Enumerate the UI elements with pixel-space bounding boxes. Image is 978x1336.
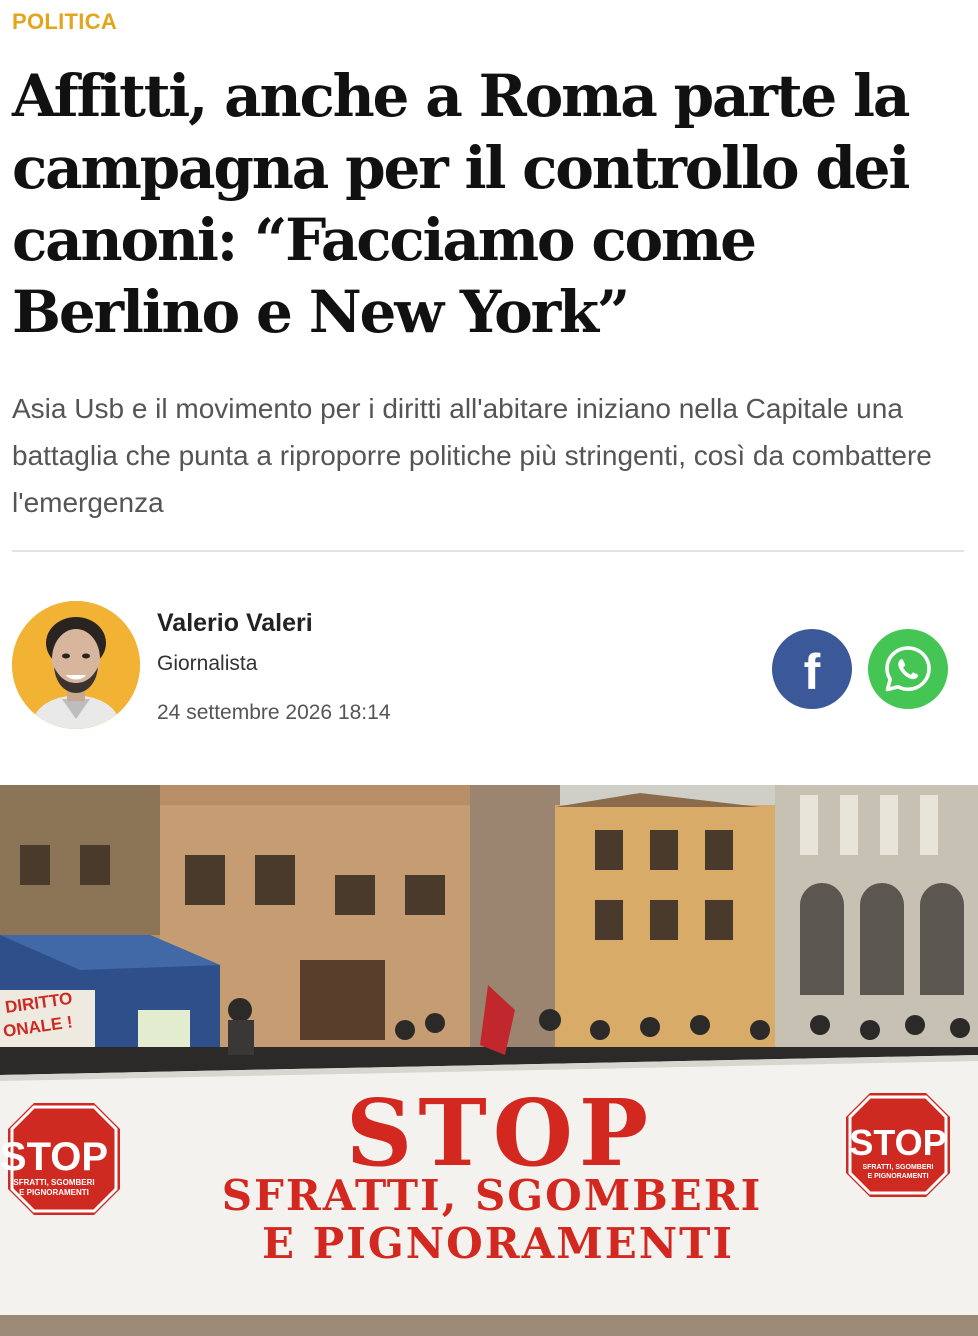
article-title: Affitti, anche a Roma parte la campagna … — [12, 62, 910, 346]
facebook-icon: f — [803, 644, 821, 700]
share-facebook-button[interactable]: f — [772, 629, 852, 709]
left-sign-small-2: E PIGNORAMENTI — [19, 1188, 89, 1197]
hero-image: DIRITTO ONALE ! STOP SFRATTI, SGOMBERI E… — [0, 785, 978, 1336]
left-sign-small-1: SFRATTI, SGOMBERI — [13, 1178, 94, 1187]
right-sign-small-2: E PIGNORAMENTI — [867, 1173, 928, 1180]
section-tag[interactable]: POLITICA — [12, 9, 117, 35]
right-sign-text: STOP — [849, 1122, 946, 1163]
divider — [12, 550, 964, 552]
left-sign-text: STOP — [0, 1135, 108, 1179]
right-sign-small-1: SFRATTI, SGOMBERI — [862, 1164, 933, 1171]
banner-line-1: SFRATTI, SGOMBERI — [222, 1171, 763, 1220]
author-portrait — [12, 601, 140, 729]
publish-date: 24 settembre 2026 18:14 — [157, 701, 391, 724]
article-subtitle: Asia Usb e il movimento per i diritti al… — [12, 393, 932, 518]
protest-photo: DIRITTO ONALE ! STOP SFRATTI, SGOMBERI E… — [0, 785, 978, 1336]
author-name[interactable]: Valerio Valeri — [157, 609, 313, 638]
author-role: Giornalista — [157, 652, 258, 675]
share-whatsapp-button[interactable] — [868, 629, 948, 709]
article-page: POLITICA Affitti, anche a Roma parte la … — [0, 0, 978, 1336]
banner-line-2: E PIGNORAMENTI — [262, 1219, 734, 1268]
whatsapp-icon — [885, 646, 931, 692]
author-avatar[interactable] — [12, 601, 140, 729]
